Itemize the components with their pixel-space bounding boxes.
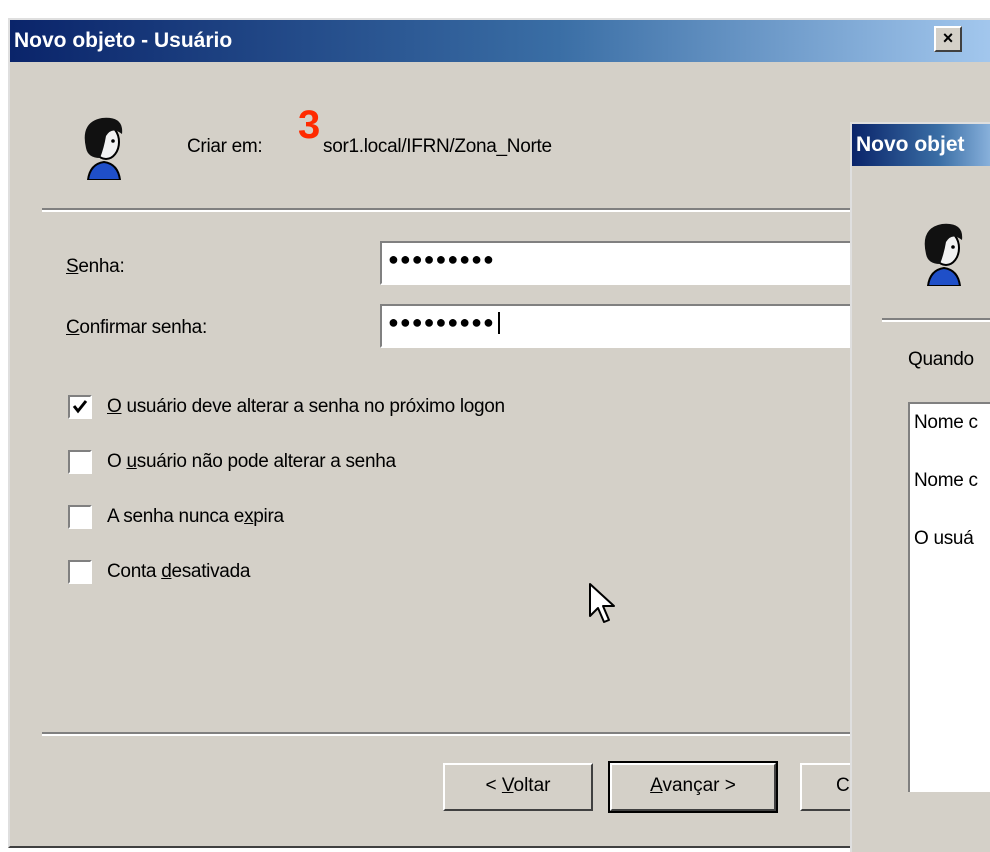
cannot-change-password-checkbox[interactable] bbox=[68, 450, 92, 474]
summary-box: Nome c Nome c O usuá bbox=[908, 402, 990, 792]
option-label: O usuário deve alterar a senha no próxim… bbox=[107, 396, 505, 417]
next-button[interactable]: Avançar > bbox=[608, 761, 778, 813]
second-prompt: Quando bbox=[908, 349, 974, 370]
create-in-label: Criar em: bbox=[187, 136, 263, 157]
never-expires-checkbox[interactable] bbox=[68, 505, 92, 529]
back-button[interactable]: < Voltar bbox=[443, 763, 593, 811]
option-label: Conta desativada bbox=[107, 561, 251, 582]
second-dialog-title: Novo objet bbox=[856, 133, 965, 156]
user-icon bbox=[84, 117, 123, 180]
dialog-title: Novo objeto - Usuário bbox=[14, 29, 233, 52]
footer-separator bbox=[42, 732, 872, 736]
password-label: Senha: bbox=[66, 256, 125, 277]
option-label: O usuário não pode alterar a senha bbox=[107, 451, 396, 472]
header-separator bbox=[42, 208, 872, 212]
option-label: A senha nunca expira bbox=[107, 506, 284, 527]
confirm-password-label: Confirmar senha: bbox=[66, 317, 207, 338]
text-caret bbox=[497, 312, 500, 335]
second-title-bar[interactable]: Novo objet bbox=[852, 124, 990, 166]
second-separator bbox=[882, 318, 990, 322]
checkmark-icon bbox=[72, 400, 88, 414]
confirm-password-value: ●●●●●●●●● bbox=[388, 312, 495, 332]
create-in-path: sor1.local/IFRN/Zona_Norte bbox=[323, 136, 552, 157]
new-user-dialog: Novo objeto - Usuário × 3 Criar em: sor1… bbox=[8, 18, 990, 848]
confirm-password-field[interactable]: ●●●●●●●●● bbox=[380, 304, 880, 348]
summary-line: Nome c bbox=[914, 470, 978, 491]
title-bar[interactable]: Novo objeto - Usuário bbox=[10, 20, 990, 62]
password-value: ●●●●●●●●● bbox=[388, 249, 495, 269]
mouse-cursor-icon bbox=[589, 583, 615, 623]
summary-line: O usuá bbox=[914, 528, 974, 549]
change-password-checkbox[interactable] bbox=[68, 395, 92, 419]
close-icon: × bbox=[942, 28, 954, 48]
user-icon bbox=[924, 223, 963, 286]
summary-line: Nome c bbox=[914, 412, 978, 433]
password-field[interactable]: ●●●●●●●●● bbox=[380, 241, 880, 285]
second-new-object-dialog: Novo objet Quando Nome c Nome c O usuá bbox=[850, 122, 990, 852]
step-number: 3 bbox=[298, 103, 321, 147]
close-button[interactable]: × bbox=[934, 26, 962, 52]
account-disabled-checkbox[interactable] bbox=[68, 560, 92, 584]
